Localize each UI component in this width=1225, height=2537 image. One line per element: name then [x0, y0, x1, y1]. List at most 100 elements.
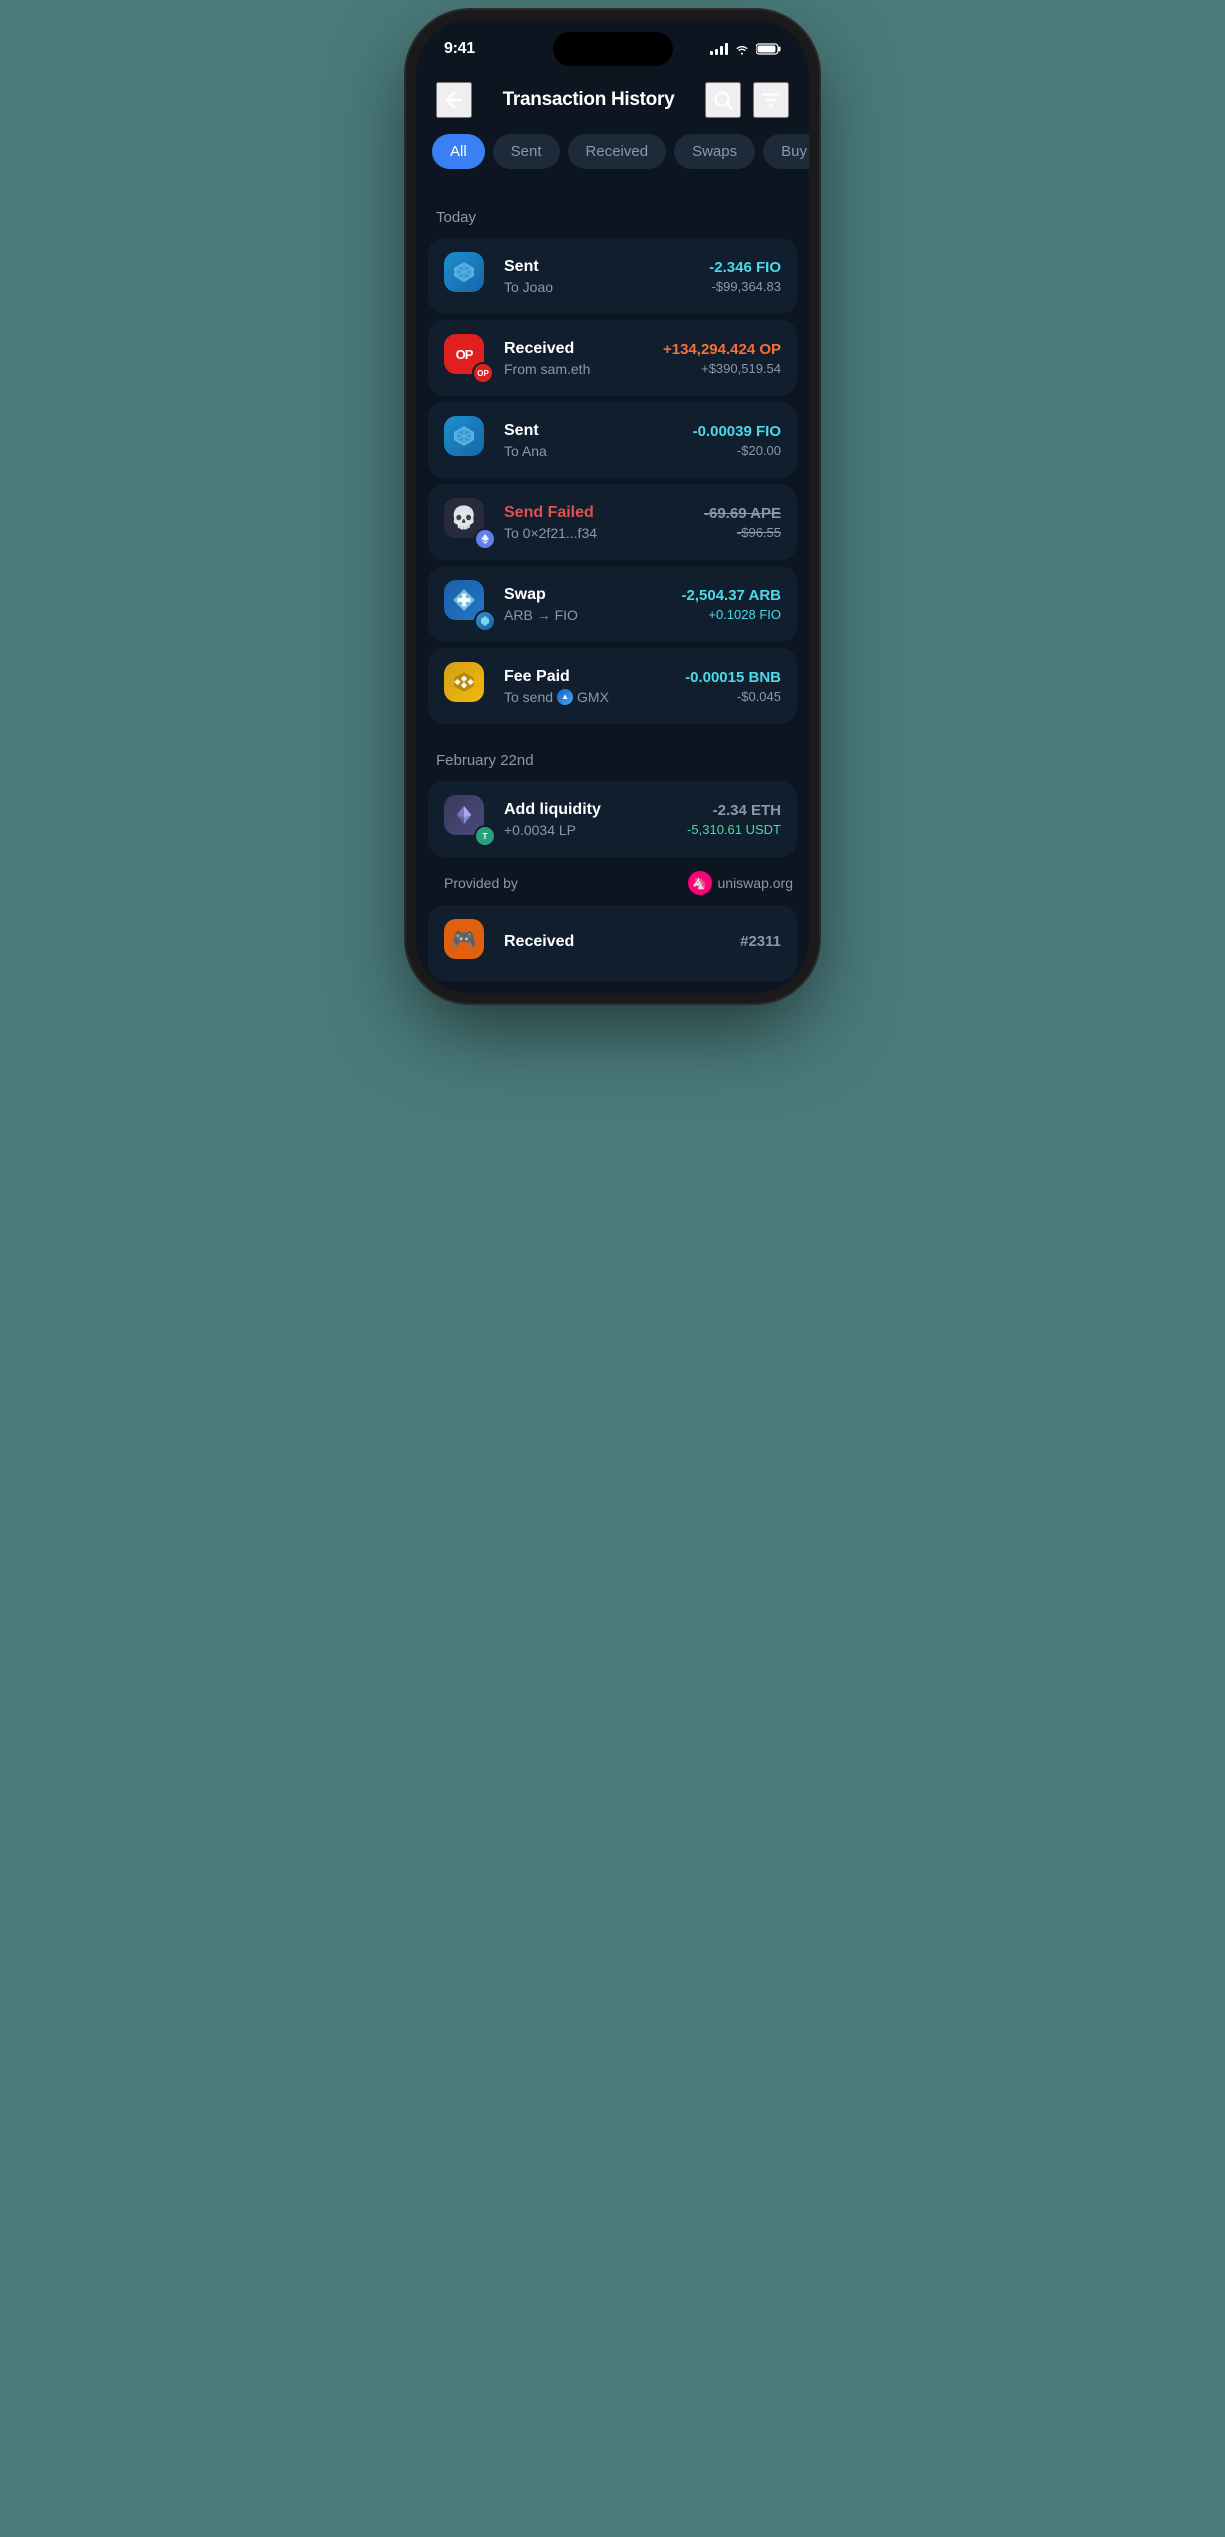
status-time: 9:41	[444, 40, 475, 58]
tx-amounts: -2.346 FIO -$99,364.83	[709, 259, 781, 294]
today-section: Today Sent	[416, 205, 809, 728]
back-button[interactable]	[436, 82, 472, 118]
tx-info: Add liquidity +0.0034 LP	[504, 801, 675, 838]
tab-all[interactable]: All	[432, 134, 485, 169]
uniswap-icon: 🦄	[688, 871, 712, 895]
wifi-icon	[734, 43, 750, 55]
battery-icon	[756, 43, 781, 55]
tx-amount-secondary: +$390,519.54	[663, 361, 781, 376]
tx-subtitle: To Joao	[504, 279, 697, 295]
table-row[interactable]: Swap ARB → FIO -2,504.37 ARB +0.1028 FIO	[428, 566, 797, 642]
tx-info: Swap ARB → FIO	[504, 586, 670, 623]
tx-icon-op: OP OP	[444, 334, 492, 382]
tx-info: Received	[504, 933, 728, 954]
signal-bars-icon	[710, 43, 728, 55]
monster-icon: 🎮	[444, 919, 484, 959]
tx-title: Add liquidity	[504, 801, 675, 819]
table-row[interactable]: 🎮 Received #2311	[428, 905, 797, 981]
table-row[interactable]: 💀 Send Failed To 0×2f21...f34	[428, 484, 797, 560]
nav-actions	[705, 82, 789, 118]
tx-info: Sent To Ana	[504, 422, 681, 459]
tx-icon-bnb	[444, 662, 492, 710]
tx-amounts: +134,294.424 OP +$390,519.54	[663, 341, 781, 376]
usdt-badge: T	[474, 825, 496, 847]
fio-icon	[444, 416, 484, 456]
tx-amount-secondary: -$99,364.83	[709, 279, 781, 294]
table-row[interactable]: Sent To Joao -2.346 FIO -$99,364.83	[428, 238, 797, 314]
tx-info: Sent To Joao	[504, 258, 697, 295]
tx-title: Sent	[504, 258, 697, 276]
tx-info: Send Failed To 0×2f21...f34	[504, 504, 692, 541]
tx-subtitle: To 0×2f21...f34	[504, 525, 692, 541]
fee-token-name: GMX	[577, 689, 609, 705]
provided-by-row: Provided by 🦄 uniswap.org	[444, 871, 793, 895]
tx-amounts: -0.00015 BNB -$0.045	[685, 669, 781, 704]
tx-amounts: -2.34 ETH -5,310.61 USDT	[687, 802, 781, 837]
tx-amount-primary: +134,294.424 OP	[663, 341, 781, 358]
tx-title: Fee Paid	[504, 668, 673, 686]
tab-received[interactable]: Received	[568, 134, 667, 169]
fio-icon	[444, 252, 484, 292]
tx-amount-secondary: -$96.55	[704, 525, 781, 540]
uniswap-url: uniswap.org	[718, 875, 794, 891]
feb22-tx-list: T Add liquidity +0.0034 LP -2.34 ETH -5,…	[416, 781, 809, 861]
tab-buy[interactable]: Buy	[763, 134, 809, 169]
content-area: Today Sent	[416, 189, 809, 981]
tx-amounts: -69.69 APE -$96.55	[704, 505, 781, 540]
tx-amount-primary: -2,504.37 ARB	[682, 587, 782, 604]
tx-title: Sent	[504, 422, 681, 440]
gmx-icon: ▲	[557, 689, 573, 705]
fio-diamond-icon	[452, 260, 476, 284]
tx-info: Received From sam.eth	[504, 340, 651, 377]
table-row[interactable]: OP OP Received From sam.eth +134,294.424…	[428, 320, 797, 396]
page-title: Transaction History	[503, 89, 675, 111]
tab-swaps[interactable]: Swaps	[674, 134, 755, 169]
tx-amount-primary: -0.00039 FIO	[693, 423, 781, 440]
filter-button[interactable]	[753, 82, 789, 118]
tx-amount-primary: -69.69 APE	[704, 505, 781, 522]
tx-amount-secondary: -5,310.61 USDT	[687, 822, 781, 837]
tx-amounts: #2311	[740, 933, 781, 953]
tx-amounts: -0.00039 FIO -$20.00	[693, 423, 781, 458]
table-row[interactable]: Fee Paid To send ▲ GMX -0.00015 BNB -$0.…	[428, 648, 797, 724]
nav-header: Transaction History	[416, 70, 809, 134]
dynamic-island	[553, 32, 673, 66]
search-button[interactable]	[705, 82, 741, 118]
tx-amount-secondary: +0.1028 FIO	[682, 607, 782, 622]
bnb-icon	[444, 662, 484, 702]
tx-amount-secondary: -$20.00	[693, 443, 781, 458]
tx-icon-fio-sent2	[444, 416, 492, 464]
tx-title: Received	[504, 933, 728, 951]
tx-info: Fee Paid To send ▲ GMX	[504, 668, 673, 705]
tx-subtitle: From sam.eth	[504, 361, 651, 377]
fee-subtitle-text: To send	[504, 689, 553, 705]
phone-frame: 9:41 Tra	[416, 20, 809, 993]
fio-swap-badge	[474, 610, 496, 632]
provided-by-section: Provided by 🦄 uniswap.org	[416, 861, 809, 905]
tx-amount-primary: -2.34 ETH	[687, 802, 781, 819]
table-row[interactable]: Sent To Ana -0.00039 FIO -$20.00	[428, 402, 797, 478]
tx-subtitle: +0.0034 LP	[504, 822, 675, 838]
tx-subtitle: To Ana	[504, 443, 681, 459]
tx-amount-primary: -0.00015 BNB	[685, 669, 781, 686]
tx-title-failed: Send Failed	[504, 504, 692, 522]
feb22-label: February 22nd	[416, 748, 809, 781]
eth-badge	[474, 528, 496, 550]
today-label: Today	[416, 205, 809, 238]
provided-by-value: 🦄 uniswap.org	[688, 871, 794, 895]
tx-amount-primary: -2.346 FIO	[709, 259, 781, 276]
tx-title: Swap	[504, 586, 670, 604]
today-tx-list: Sent To Joao -2.346 FIO -$99,364.83 OP O	[416, 238, 809, 728]
tx-amount-primary: #2311	[740, 933, 781, 950]
fio-diamond-icon	[452, 424, 476, 448]
table-row[interactable]: T Add liquidity +0.0034 LP -2.34 ETH -5,…	[428, 781, 797, 857]
tx-subtitle: ARB → FIO	[504, 607, 670, 623]
filter-tabs: All Sent Received Swaps Buy Se	[416, 134, 809, 189]
tx-amount-secondary: -$0.045	[685, 689, 781, 704]
tab-sent[interactable]: Sent	[493, 134, 560, 169]
op-badge: OP	[472, 362, 494, 384]
feb22-section: February 22nd T	[416, 748, 809, 861]
tx-title: Received	[504, 340, 651, 358]
status-icons	[710, 43, 781, 55]
tx-subtitle: To send ▲ GMX	[504, 689, 673, 705]
